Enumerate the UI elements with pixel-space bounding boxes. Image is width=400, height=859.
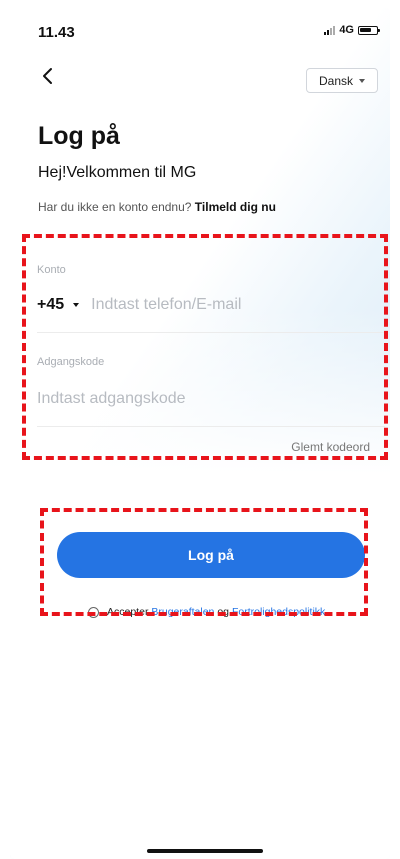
welcome-text: Hej!Velkommen til MG xyxy=(38,164,197,181)
page-title: Log på xyxy=(38,122,120,150)
network-type: 4G xyxy=(339,24,354,36)
back-button[interactable] xyxy=(37,64,61,88)
status-icons: 4G xyxy=(324,24,380,36)
signup-link[interactable]: Tilmeld dig nu xyxy=(195,200,276,214)
signup-prompt: Har du ikke en konto endnu? Tilmeld dig … xyxy=(38,200,276,214)
login-actions-highlight xyxy=(40,508,368,616)
battery-icon xyxy=(358,25,380,35)
login-form-highlight xyxy=(22,234,388,460)
chevron-down-icon xyxy=(359,78,365,83)
signal-icon xyxy=(324,25,336,35)
language-selector[interactable]: Dansk xyxy=(306,68,378,93)
home-indicator xyxy=(147,849,263,853)
status-time: 11.43 xyxy=(38,24,75,41)
chevron-left-icon xyxy=(43,68,52,84)
signup-prompt-text: Har du ikke en konto endnu? xyxy=(38,200,192,214)
language-label: Dansk xyxy=(318,73,353,88)
